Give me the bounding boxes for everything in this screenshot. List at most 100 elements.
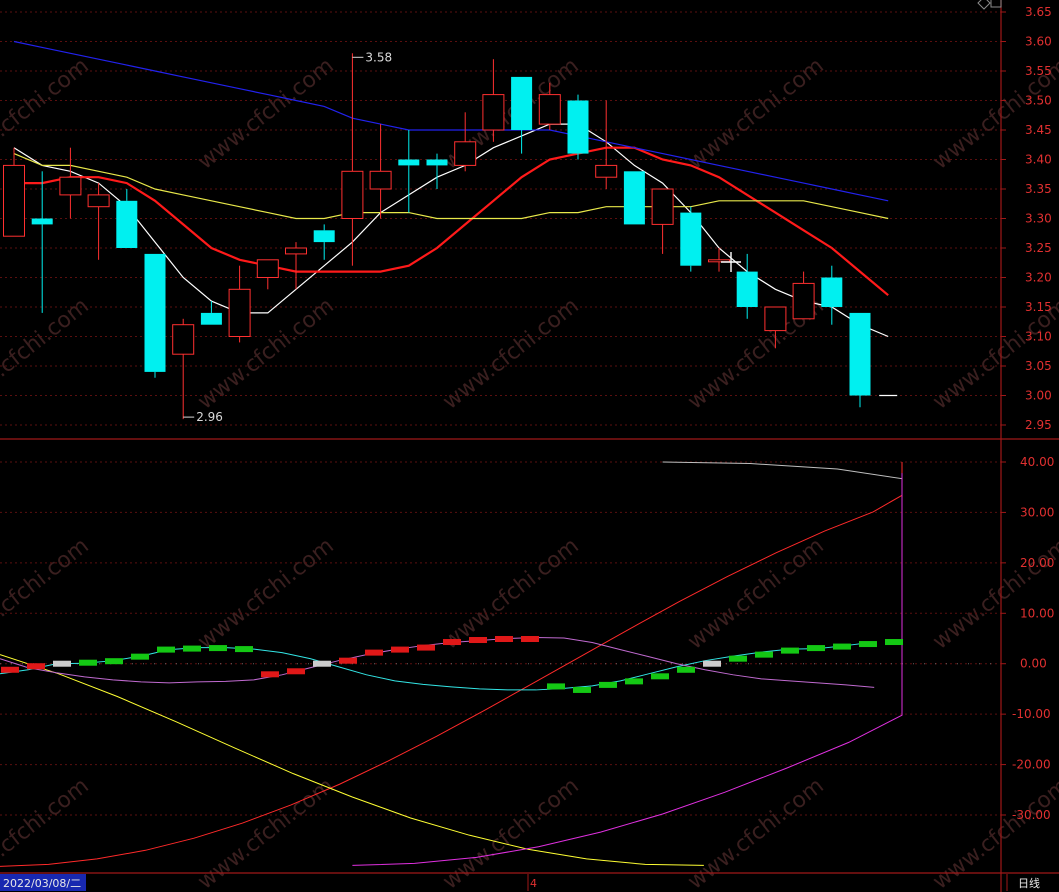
price-tick-label: 3.55 [1025,64,1052,78]
indicator-bar [27,663,45,670]
watermark-text: www.cfchi.com [683,53,828,174]
indicator-bar [235,646,253,653]
indicator-bar [781,647,799,654]
indicator-bar [157,646,175,653]
candle[interactable] [116,189,138,248]
indicator-bar [703,660,721,667]
price-tick-label: 3.00 [1025,389,1052,403]
indicator-bar [859,641,877,648]
candle[interactable] [285,242,307,290]
price-tick-label: 3.45 [1025,123,1052,137]
price-tick-label: 3.40 [1025,153,1052,167]
price-tick-label: 3.35 [1025,182,1052,196]
indicator-bar [443,639,461,646]
mid-marker: 4 [530,877,537,890]
indicator-line [352,473,903,866]
indicator-bar [209,645,227,652]
candle[interactable] [482,59,505,142]
price-tick-label: 3.25 [1025,241,1052,255]
indicator-bar [105,658,123,665]
price-tick-label: 3.50 [1025,94,1052,108]
candle[interactable] [31,171,53,313]
candle[interactable] [369,124,392,219]
indicator-tick-label: 20.00 [1020,556,1054,570]
indicator-bar [365,649,383,656]
indicator-bar [807,645,825,652]
watermark-text: www.cfchi.com [193,533,338,654]
indicator-bar [469,637,487,644]
indicator-bar [183,645,201,652]
indicator-bar [599,681,617,688]
candle[interactable] [623,171,645,225]
watermark-text: www.cfchi.com [193,293,338,414]
price-tick-label: 3.10 [1025,330,1052,344]
price-tick-label: 3.20 [1025,271,1052,285]
indicator-bar [339,657,357,664]
candle[interactable] [144,253,166,378]
watermark-text: www.cfchi.com [193,53,338,174]
candle[interactable] [172,318,195,420]
candle[interactable] [567,94,589,160]
price-annotation: 2.96 [196,410,223,424]
indicator-bar [131,653,149,660]
indicator-line [0,641,875,691]
price-tick-label: 2.95 [1025,418,1052,432]
candle[interactable] [454,112,477,172]
price-annotation: 3.58 [365,50,392,64]
indicator-bar [573,686,591,693]
indicator-tick-label: 30.00 [1020,505,1054,519]
candle[interactable] [708,248,730,272]
candle[interactable] [511,76,533,154]
restore-icon[interactable] [990,0,1002,8]
candle[interactable] [59,147,82,219]
indicator-bar [79,659,97,666]
indicator-bar [755,651,773,658]
candle[interactable] [651,188,674,254]
indicator-bar [547,683,565,690]
diamond-icon[interactable] [977,0,991,10]
indicator-line [0,462,903,867]
indicator-bar [313,660,331,667]
indicator-tick-label: -10.00 [1012,707,1051,721]
candle[interactable] [792,271,815,320]
indicator-bar [495,636,513,643]
watermark-text: www.cfchi.com [193,773,338,892]
watermark-text: www.cfchi.com [0,533,94,654]
indicator-bar [625,678,643,685]
watermark-text: www.cfchi.com [438,293,583,414]
watermark-layer: www.cfchi.com www.cfchi.com www.cfchi.com w… [0,53,1059,892]
candle[interactable] [595,100,618,190]
watermark-text: www.cfchi.com [928,533,1059,654]
price-tick-label: 3.15 [1025,300,1052,314]
indicator-bar [651,673,669,680]
indicator-bar [391,646,409,653]
indicator-tick-label: 40.00 [1020,455,1054,469]
candle[interactable] [849,312,871,408]
indicator-bar [885,639,903,646]
candle[interactable] [313,224,335,260]
watermark-text: www.cfchi.com [928,773,1059,892]
price-tick-label: 3.60 [1025,35,1052,49]
candle[interactable] [736,253,758,319]
candle[interactable] [256,259,279,290]
candle[interactable] [3,147,25,237]
indicator-bar [53,660,71,667]
price-tick-label: 3.30 [1025,212,1052,226]
indicator-line [0,654,704,866]
indicator-bar [521,636,539,643]
indicator-bar [729,655,747,662]
indicator-tick-label: 0.00 [1020,657,1047,671]
price-tick-label: 3.05 [1025,359,1052,373]
candle[interactable] [680,206,702,272]
indicator-bar [1,666,19,673]
stock-chart[interactable]: www.cfchi.com www.cfchi.com www.cfchi.com w… [0,0,1059,892]
indicator-tick-label: -20.00 [1012,758,1051,772]
indicator-bar [287,668,305,675]
indicator-bar [833,643,851,650]
watermark-text: www.cfchi.com [683,773,828,892]
watermark-text: www.cfchi.com [683,533,828,654]
period-label[interactable]: 日线 [1018,876,1040,890]
indicator-bar [417,644,435,651]
crosshair-cursor-icon [721,252,741,272]
price-tick-label: 3.65 [1025,5,1052,19]
